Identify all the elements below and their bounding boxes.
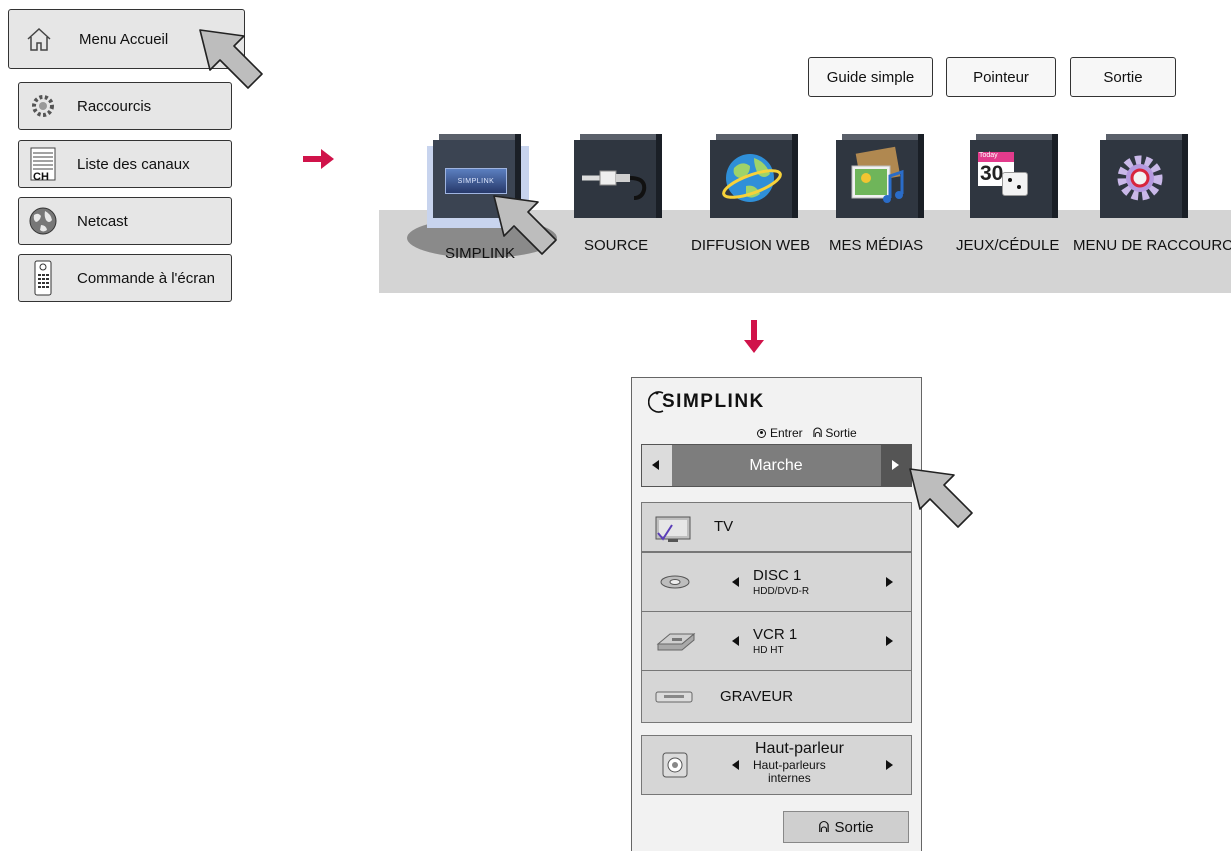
home-item-label: DIFFUSION WEB: [691, 237, 811, 254]
settings-gear-icon: [1100, 134, 1188, 218]
power-prev-button[interactable]: [642, 445, 672, 486]
device-name: GRAVEUR: [720, 688, 794, 705]
device-row-recorder[interactable]: GRAVEUR: [641, 670, 912, 723]
menu-item-channels[interactable]: CH Liste des canaux: [18, 140, 232, 188]
globe-icon: [19, 206, 67, 236]
channel-list-icon: CH: [19, 147, 67, 183]
arrow-right-icon: [303, 149, 334, 169]
device-sub: HDD/DVD-R: [753, 586, 810, 597]
menu-item-label: Liste des canaux: [77, 155, 190, 173]
source-cable-icon: [574, 134, 662, 218]
left-arrow-icon: [652, 460, 659, 470]
home-item-label: SOURCE: [584, 237, 649, 254]
arrow-down-icon: [744, 320, 764, 353]
left-arrow-icon: [732, 760, 739, 770]
device-name: DISC 1: [753, 567, 802, 584]
home-item-label: JEUX/CÉDULE: [956, 237, 1060, 254]
menu-item-label: Netcast: [77, 212, 128, 230]
speaker-sub: Haut-parleurs internes: [753, 758, 826, 785]
power-state: Marche: [749, 456, 803, 474]
dice: [1002, 172, 1028, 196]
right-arrow-icon: [886, 636, 893, 646]
calendar-today: Today: [979, 152, 998, 159]
exit-button-label: Sortie: [834, 818, 874, 836]
remote-icon: [19, 260, 67, 296]
enter-icon: [757, 428, 766, 438]
menu-item-onscreen-remote[interactable]: Commande à l'écran: [18, 254, 232, 302]
home-item-label: MENU DE RACCOURCI: [1073, 237, 1231, 254]
menu-item-label: Menu Accueil: [79, 30, 169, 48]
device-name: VCR 1: [753, 626, 798, 643]
menu-item-label: Commande à l'écran: [77, 269, 215, 287]
device-name: TV: [714, 518, 734, 535]
menu-item-netcast[interactable]: Netcast: [18, 197, 232, 245]
simplink-icon-screen: SIMPLINK: [445, 168, 507, 194]
home-item-label: MES MÉDIAS: [829, 237, 924, 254]
right-arrow-icon: [886, 577, 893, 587]
device-sub: HD HT: [753, 645, 784, 656]
panel-hints: Entrer ᕱ Sortie: [757, 425, 857, 441]
calendar-day: 30: [980, 162, 1004, 185]
vcr-icon: [656, 632, 696, 657]
enter-hint: Entrer: [770, 426, 803, 440]
back-icon: ᕱ: [818, 818, 830, 836]
home-icon: [9, 26, 69, 52]
recorder-icon: [654, 689, 694, 710]
gear-icon: [19, 92, 67, 120]
pointer-cursor-icon: [493, 195, 557, 255]
left-arrow-icon: [732, 577, 739, 587]
menu-item-label: Raccourcis: [77, 97, 152, 115]
simplink-logo: SIMPLINK: [648, 390, 765, 414]
device-row-vcr[interactable]: VCR 1 HD HT: [641, 611, 912, 671]
exit-hint: Sortie: [825, 426, 857, 440]
device-row-disc[interactable]: DISC 1 HDD/DVD-R: [641, 552, 912, 612]
simplink-logo-text: SIMPLINK: [662, 391, 765, 412]
device-row-tv[interactable]: TV: [641, 502, 912, 552]
right-arrow-icon: [892, 460, 899, 470]
disc-icon: [660, 575, 690, 594]
back-icon: ᕱ: [812, 425, 823, 440]
left-arrow-icon: [732, 636, 739, 646]
web-globe-icon: [710, 134, 798, 218]
exit-button[interactable]: ᕱ Sortie: [783, 811, 909, 843]
pointer-cursor-icon: [909, 468, 973, 528]
tv-icon: [654, 513, 694, 550]
calendar-dice-icon: Today 30: [970, 134, 1058, 218]
speaker-row[interactable]: Haut-parleur Haut-parleurs internes: [641, 735, 912, 795]
exit-button-top[interactable]: Sortie: [1070, 57, 1176, 97]
speaker-name: Haut-parleur: [755, 740, 844, 757]
speaker-icon: [662, 752, 688, 783]
pointer-cursor-icon: [199, 29, 263, 89]
media-icon: [836, 134, 924, 218]
right-arrow-icon: [886, 760, 893, 770]
guide-button[interactable]: Guide simple: [808, 57, 933, 97]
pointer-button[interactable]: Pointeur: [946, 57, 1056, 97]
channel-icon-text: CH: [33, 171, 49, 183]
